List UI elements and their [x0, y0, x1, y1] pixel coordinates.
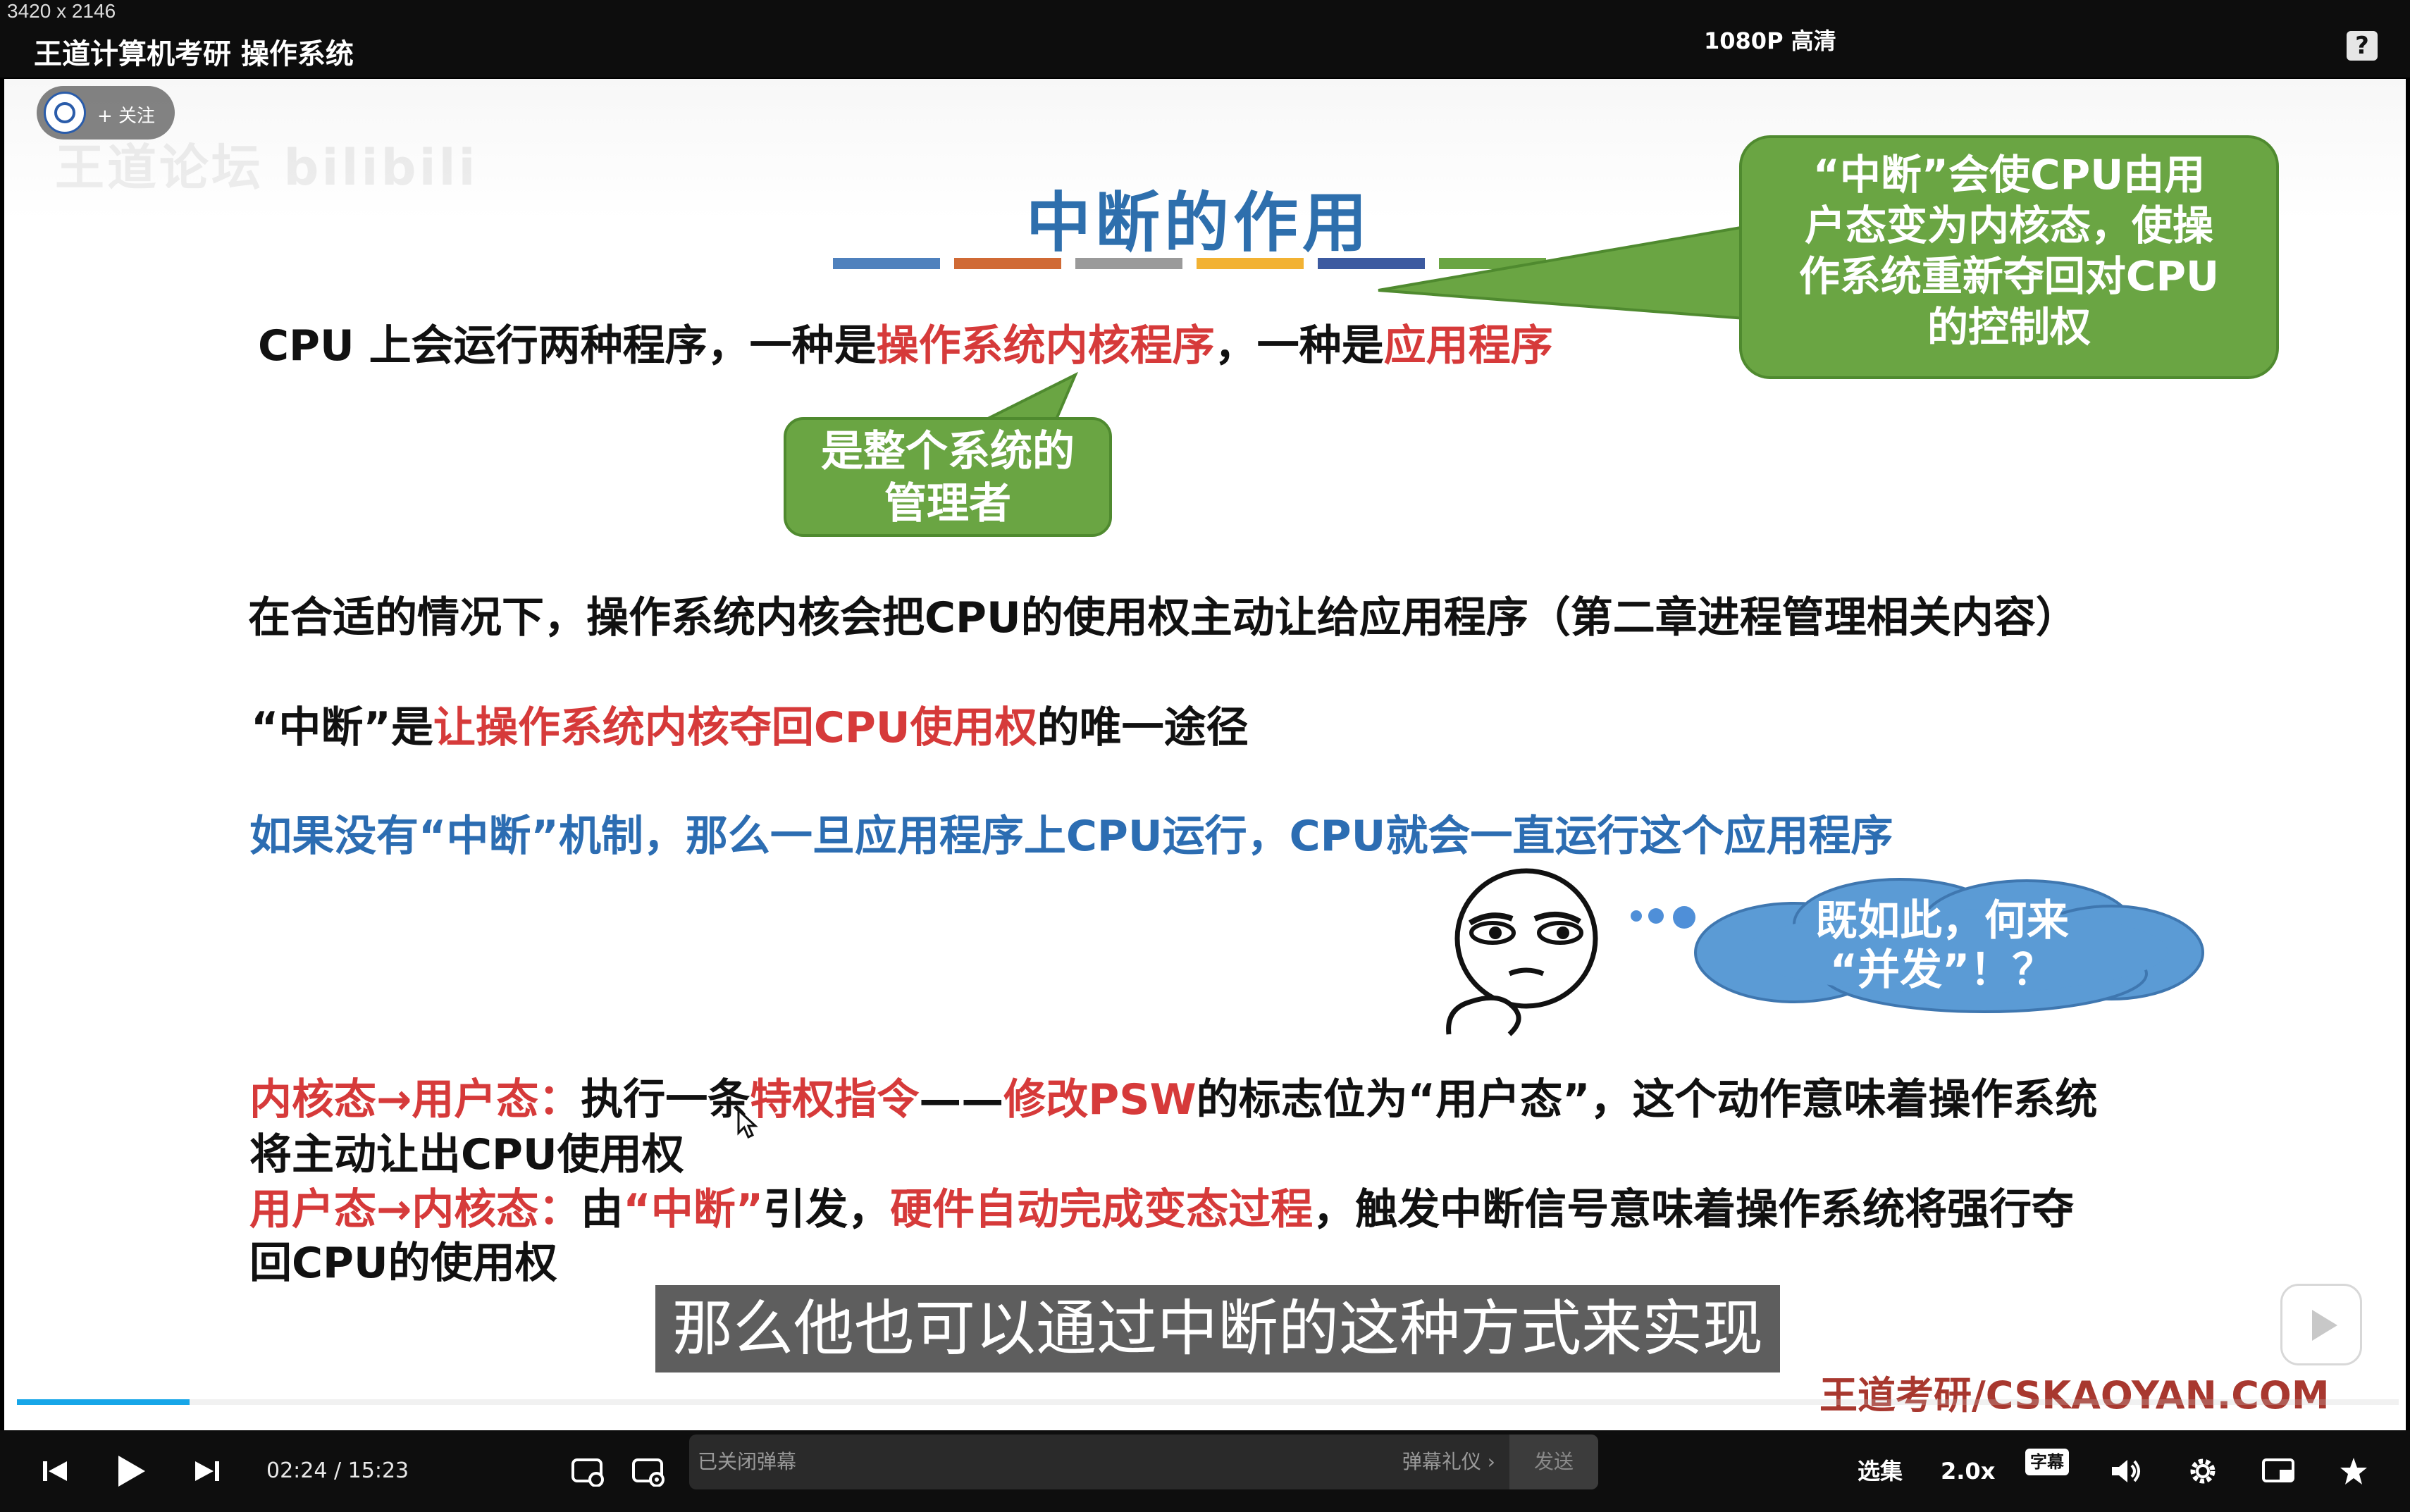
slide-line-5: 内核态→用户态：执行一条特权指令——修改PSW的标志位为“用户态”，这个动作意味…: [249, 1065, 2098, 1127]
callout-line: 是整个系统的: [821, 427, 1075, 476]
text-highlight: 让操作系统内核夺回CPU使用权: [433, 703, 1037, 752]
text-highlight: 硬件自动完成变态过程: [890, 1185, 1314, 1234]
text-highlight: 修改PSW: [1003, 1075, 1197, 1124]
callout-line: 的控制权: [1927, 303, 2091, 351]
screen-dimensions: 3420 x 2146: [7, 0, 116, 22]
progress-bar-fill: [17, 1399, 190, 1405]
cloud-text: 既如此，何来 “并发”！？: [1745, 896, 2139, 995]
brand-watermark: 王道考研/CSKAOYAN.COM: [1819, 1373, 2330, 1418]
fullscreen-icon[interactable]: [2334, 1430, 2373, 1512]
text-highlight: “中断”: [623, 1185, 764, 1234]
text-highlight: 应用程序: [1383, 321, 1553, 371]
time-separator: /: [334, 1458, 342, 1483]
text-segment: 的唯一途径: [1037, 703, 1249, 752]
text-segment: 执行一条: [581, 1075, 750, 1124]
text-segment: 引发，: [763, 1185, 891, 1234]
danmaku-settings-icon[interactable]: [629, 1430, 668, 1512]
title-bar-segment: [833, 258, 940, 269]
window-title-bar: 3420 x 2146 王道计算机考研 操作系统 ?: [0, 0, 2410, 78]
text-segment: ，一种是: [1214, 321, 1384, 371]
send-button[interactable]: 发送: [1509, 1434, 1598, 1489]
thinking-meme-face-icon: [1446, 868, 1598, 1036]
time-display: 02:24 / 15:23: [266, 1430, 409, 1512]
text-highlight: 内核态→用户态：: [249, 1075, 581, 1124]
title-bar-segment: [1197, 258, 1304, 269]
volume-icon[interactable]: [2107, 1430, 2146, 1512]
quality-selector[interactable]: 1080P 高清: [1704, 0, 1836, 82]
progress-bar[interactable]: [17, 1399, 2399, 1405]
callout-line: “中断”会使CPU由用: [1812, 151, 2206, 199]
callout-system-manager: 是整个系统的 管理者: [784, 417, 1112, 537]
text-highlight: 用户态→内核态：: [249, 1185, 581, 1234]
text-segment: ——: [919, 1075, 1004, 1124]
danmaku-toggle-icon[interactable]: [568, 1430, 607, 1512]
slide-line-6: 将主动让出CPU使用权: [249, 1130, 684, 1179]
text-segment: ，触发中断信号意味着操作系统将强行夺: [1313, 1185, 2075, 1234]
cloud-line: 既如此，何来: [1815, 896, 2069, 946]
slide-line-2: 在合适的情况下，操作系统内核会把CPU的使用权主动让给应用程序（第二章进程管理相…: [248, 593, 2078, 643]
follow-label: + 关注: [97, 106, 156, 127]
video-subtitle: 那么他也可以通过中断的这种方式来实现: [655, 1285, 1780, 1372]
text-highlight: 特权指令: [750, 1075, 920, 1124]
callout-line: 户态变为内核态，使操: [1804, 202, 2213, 249]
text-segment: “中断”是: [251, 703, 433, 752]
replay-icon[interactable]: [2280, 1284, 2362, 1365]
duration: 15:23: [347, 1458, 409, 1483]
speed-selector[interactable]: 2.0x: [1941, 1430, 1995, 1512]
danmaku-placeholder: 已关闭弹幕: [698, 1450, 797, 1473]
next-icon[interactable]: [189, 1430, 224, 1512]
picture-in-picture-icon[interactable]: [2259, 1430, 2299, 1512]
settings-gear-icon[interactable]: [2183, 1430, 2223, 1512]
callout-line: 管理者: [884, 479, 1011, 528]
text-highlight: 操作系统内核程序: [876, 321, 1215, 371]
callout-pointer: [1378, 225, 1746, 321]
callout-line: 作系统重新夺回对CPU: [1798, 252, 2220, 300]
subtitle-toggle[interactable]: 字幕: [2025, 1449, 2069, 1475]
uploader-avatar[interactable]: [44, 92, 86, 134]
title-bar-segment: [1075, 258, 1182, 269]
current-time: 02:24: [266, 1458, 328, 1483]
follow-uploader-button[interactable]: + 关注: [37, 86, 175, 140]
previous-icon[interactable]: [38, 1430, 73, 1512]
video-frame[interactable]: 王道论坛 bilibili + 关注 中断的作用 “中断”会使CPU由用 户态变…: [4, 79, 2406, 1430]
slide-line-7: 用户态→内核态：由“中断”引发，硬件自动完成变态过程，触发中断信号意味着操作系统…: [249, 1175, 2074, 1237]
text-segment: CPU 上会运行两种程序，一种是: [258, 321, 877, 371]
slide-title: 中断的作用: [1026, 185, 1372, 261]
callout-interrupt-note: “中断”会使CPU由用 户态变为内核态，使操 作系统重新夺回对CPU 的控制权: [1739, 135, 2279, 379]
text-segment: 的标志位为“用户态”，这个动作意味着操作系统: [1196, 1075, 2098, 1124]
video-title: 王道计算机考研 操作系统: [34, 38, 354, 70]
title-bar-segment: [954, 258, 1061, 269]
slide-line-8: 回CPU的使用权: [249, 1239, 557, 1288]
mouse-cursor-icon: [737, 1108, 758, 1139]
play-icon[interactable]: [110, 1430, 152, 1512]
slide-line-4: 如果没有“中断”机制，那么一旦应用程序上CPU运行，CPU就会一直运行这个应用程…: [249, 812, 1893, 861]
help-icon[interactable]: ?: [2347, 31, 2378, 61]
slide-line-1: CPU 上会运行两种程序，一种是操作系统内核程序，一种是应用程序: [258, 311, 1553, 373]
cloud-line: “并发”！？: [1829, 946, 2055, 995]
episodes-button[interactable]: 选集: [1858, 1430, 1903, 1512]
danmaku-input[interactable]: 已关闭弹幕 弹幕礼仪 › 发送: [689, 1434, 1598, 1489]
slide-line-3: “中断”是让操作系统内核夺回CPU使用权的唯一途径: [251, 693, 1249, 755]
text-segment: 由: [581, 1185, 624, 1234]
danmaku-etiquette-link[interactable]: 弹幕礼仪 ›: [1402, 1434, 1495, 1489]
